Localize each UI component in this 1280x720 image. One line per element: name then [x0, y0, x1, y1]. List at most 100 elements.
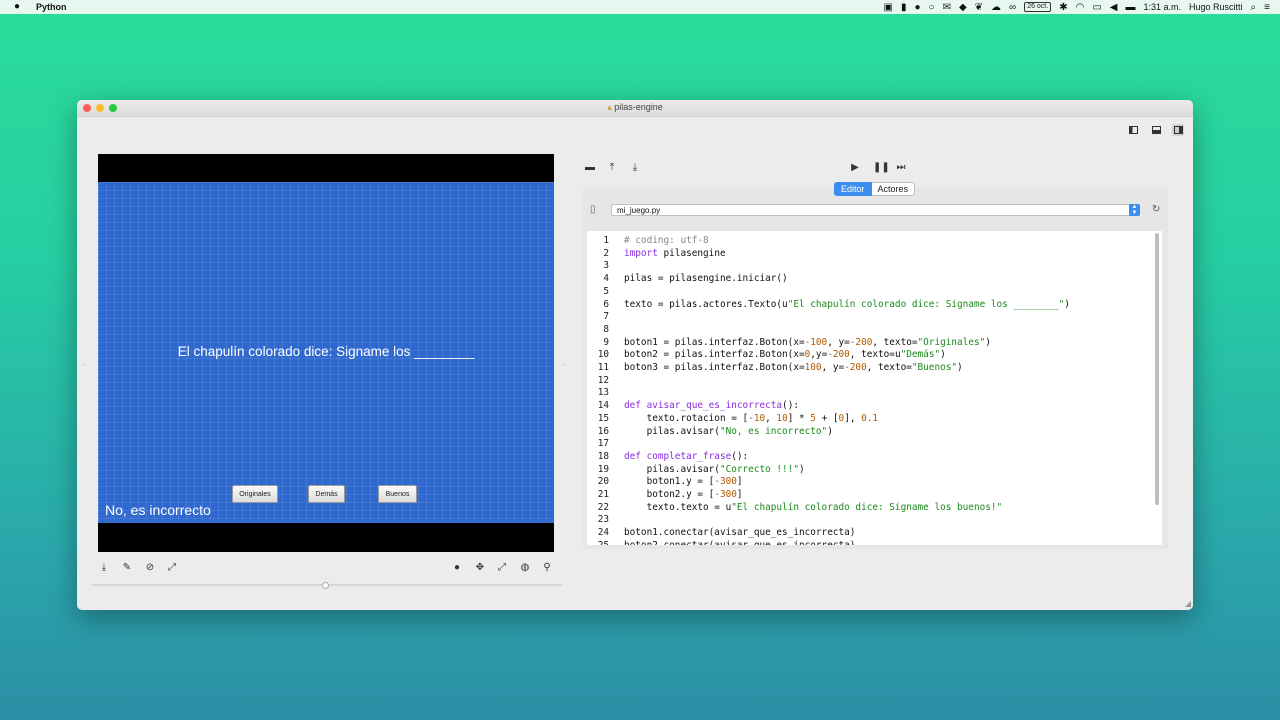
center-splitter-handle[interactable]: ◦ [562, 362, 564, 369]
wrench-icon[interactable]: ✎ [121, 562, 133, 573]
game-canvas[interactable]: El chapulín colorado dice: Signame los _… [98, 154, 554, 552]
upload-icon[interactable]: ⤒ [606, 162, 618, 173]
code-line[interactable]: 10 boton2 = pilas.interfaz.Boton(x=0,y=-2… [587, 349, 1162, 362]
layout-left-icon[interactable] [1127, 124, 1139, 136]
search-icon[interactable]: ⌕ [1251, 2, 1257, 13]
tab-editor[interactable]: Editor [834, 182, 872, 196]
bluetooth-icon[interactable]: ✱ [1059, 2, 1067, 13]
volume-icon[interactable]: ◀ [1110, 2, 1118, 13]
glasses-icon[interactable]: ∞ [1009, 2, 1016, 13]
code-line[interactable]: 7 [587, 311, 1162, 324]
evernote-icon[interactable]: ❦ [975, 2, 983, 13]
code-line[interactable]: 13 [587, 387, 1162, 400]
stop-icon[interactable]: ⊘ [144, 562, 156, 573]
chevron-updown-icon[interactable]: ▲ ▼ [1129, 204, 1140, 216]
layout-right-icon[interactable] [1172, 124, 1184, 136]
code-line[interactable]: 18 def completar_frase(): [587, 451, 1162, 464]
date-badge[interactable]: 26 oct. [1024, 2, 1052, 12]
buenos-button[interactable]: Buenos [378, 485, 417, 503]
resize-icon[interactable]: ⤢ [496, 562, 508, 573]
airplay-icon[interactable]: ▭ [1092, 2, 1101, 13]
screen-record-icon[interactable]: ▣ [884, 2, 893, 13]
code-line[interactable]: 15 texto.rotacion = [-10, 10] * 5 + [0],… [587, 413, 1162, 426]
editor-scrollbar[interactable] [1155, 233, 1159, 505]
mail-icon[interactable]: ✉ [943, 2, 951, 13]
info-icon[interactable]: ● [451, 562, 463, 573]
code-line[interactable]: 14 def avisar_que_es_incorrecta(): [587, 400, 1162, 413]
resize-grip-icon[interactable]: ◢ [1185, 599, 1191, 608]
play-icon[interactable]: ▶ [849, 162, 861, 173]
apple-menu-icon[interactable]: ● [14, 1, 20, 12]
line-number: 7 [603, 311, 609, 323]
battery-icon[interactable]: ▬ [1125, 2, 1135, 13]
pin-icon[interactable]: ⚲ [541, 562, 553, 573]
clock[interactable]: 1:31 a.m. [1143, 2, 1181, 12]
cloud-icon[interactable]: ☁ [991, 2, 1001, 13]
code-line[interactable]: 16 pilas.avisar("No, es incorrecto") [587, 426, 1162, 439]
code-line[interactable]: 25 boton2.conectar(avisar_que_es_incorrec… [587, 540, 1162, 545]
code-editor[interactable]: 1 # coding: utf-8 2 import pilasengine 3 4 pil… [587, 231, 1162, 545]
title-bar[interactable]: ▴ pilas-engine [77, 100, 1193, 117]
line-number: 20 [597, 476, 609, 488]
code-line[interactable]: 23 [587, 514, 1162, 527]
line-number: 4 [603, 273, 609, 285]
code-line[interactable]: 4 pilas = pilasengine.iniciar() [587, 273, 1162, 286]
dropbox-icon[interactable]: ◆ [959, 2, 967, 13]
code-line[interactable]: 24 boton1.conectar(avisar_que_es_incorrec… [587, 527, 1162, 540]
file-icon: ▯ [590, 204, 596, 215]
code-line[interactable]: 22 texto.texto = u"El chapulín colorado … [587, 502, 1162, 515]
window-title: ▴ pilas-engine [77, 102, 1193, 113]
zoom-slider-handle[interactable] [322, 582, 329, 589]
code-text: pilas.avisar("Correcto !!!") [624, 463, 805, 475]
user-name[interactable]: Hugo Ruscitti [1189, 2, 1243, 12]
bookmark-icon[interactable]: ▮ [901, 2, 907, 13]
folder-open-icon[interactable]: ▬ [584, 162, 596, 173]
code-text: boton2 = pilas.interfaz.Boton(x=0,y=-200… [624, 349, 946, 361]
save-image-icon[interactable]: ⤓ [98, 562, 110, 573]
file-selector-value: mi_juego.py [617, 206, 661, 215]
originales-button[interactable]: Originales [232, 485, 278, 503]
app-menu[interactable]: Python [36, 2, 67, 12]
code-text: def avisar_que_es_incorrecta(): [624, 400, 799, 412]
tab-actors[interactable]: Actores [871, 182, 916, 196]
expand-icon[interactable]: ⤢ [166, 562, 178, 573]
layout-bottom-icon[interactable] [1150, 124, 1162, 136]
line-number: 22 [597, 501, 609, 513]
code-text: boton3 = pilas.interfaz.Boton(x=100, y=-… [624, 362, 963, 373]
code-line[interactable]: 20 boton1.y = [-300] [587, 476, 1162, 489]
code-line[interactable]: 5 [587, 286, 1162, 299]
code-line[interactable]: 3 [587, 260, 1162, 273]
download-icon[interactable]: ⤓ [629, 162, 641, 173]
line-number: 19 [597, 463, 609, 475]
line-number: 5 [603, 285, 609, 297]
code-line[interactable]: 21 boton2.y = [-300] [587, 489, 1162, 502]
code-text: pilas = pilasengine.iniciar() [624, 273, 788, 285]
code-line[interactable]: 2 import pilasengine [587, 248, 1162, 261]
move-icon[interactable]: ✥ [474, 562, 486, 573]
menu-list-icon[interactable]: ≡ [1264, 2, 1270, 13]
code-line[interactable]: 11 boton3 = pilas.interfaz.Boton(x=100, y… [587, 362, 1162, 375]
left-splitter-handle[interactable]: ◦ [83, 362, 85, 369]
line-number: 18 [597, 450, 609, 462]
code-line[interactable]: 6 texto = pilas.actores.Texto(u"El chapul… [587, 299, 1162, 312]
demas-button[interactable]: Demás [308, 485, 345, 503]
globe-icon[interactable]: ◍ [519, 562, 531, 573]
code-line[interactable]: 1 # coding: utf-8 [587, 235, 1162, 248]
circle-icon[interactable]: ○ [929, 2, 935, 13]
window-title-text: pilas-engine [614, 102, 663, 112]
bolt-icon[interactable]: ● [914, 2, 920, 13]
code-line[interactable]: 17 [587, 438, 1162, 451]
code-line[interactable]: 19 pilas.avisar("Correcto !!!") [587, 464, 1162, 477]
reload-icon[interactable]: ↻ [1152, 204, 1160, 215]
step-icon[interactable]: ⏭ [895, 162, 907, 173]
game-stage[interactable]: El chapulín colorado dice: Signame los _… [98, 182, 554, 523]
file-selector[interactable]: mi_juego.py ▲ ▼ [611, 204, 1140, 216]
wifi-icon[interactable]: ◠ [1076, 2, 1085, 13]
code-line[interactable]: 12 [587, 375, 1162, 388]
line-number: 1 [603, 235, 609, 246]
pilas-window: ▴ pilas-engine El chapulín colorado dice… [77, 100, 1193, 610]
code-line[interactable]: 9 boton1 = pilas.interfaz.Boton(x=-100, y… [587, 337, 1162, 350]
line-number: 25 [587, 540, 609, 545]
pause-icon[interactable]: ❚❚ [873, 162, 890, 173]
code-line[interactable]: 8 [587, 324, 1162, 337]
